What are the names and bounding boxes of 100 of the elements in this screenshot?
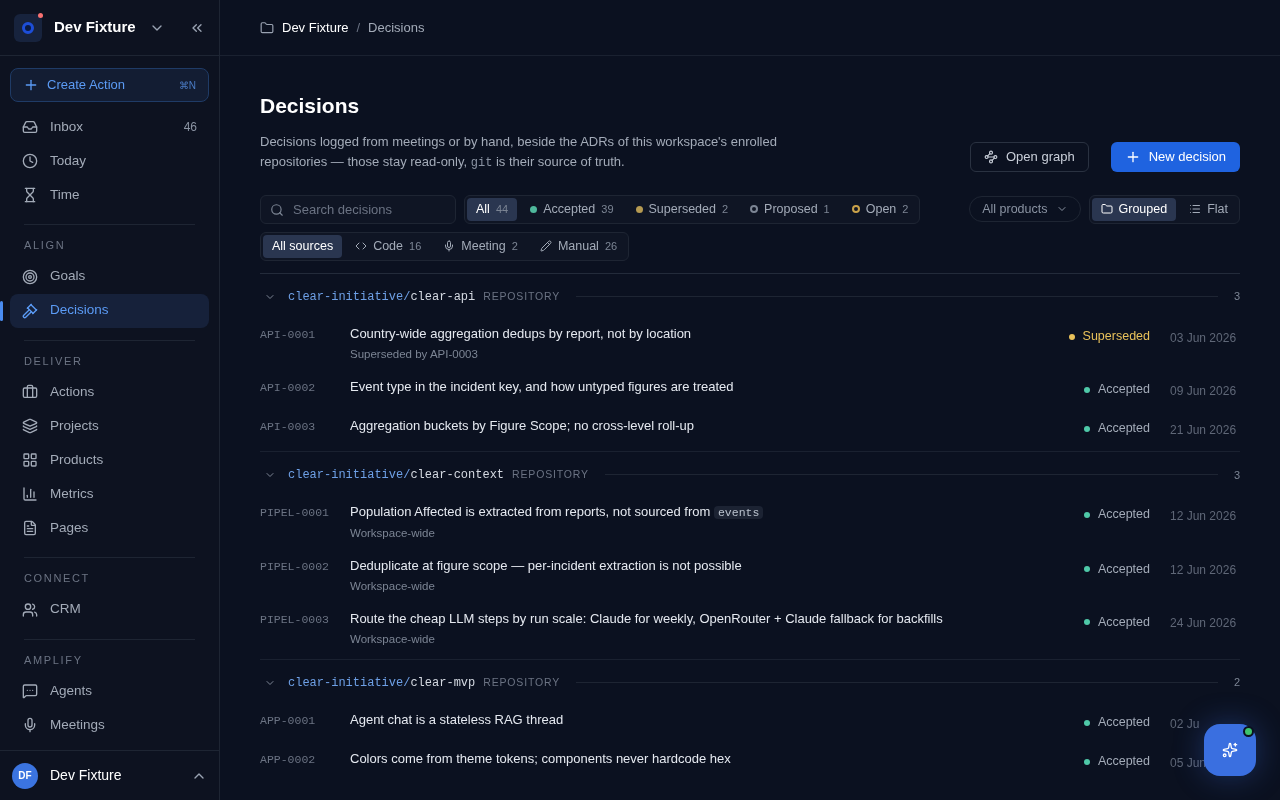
- status-label: Accepted: [1097, 714, 1150, 732]
- repository-tag: REPOSITORY: [483, 674, 561, 691]
- target-icon: [22, 268, 38, 285]
- nav-item[interactable]: Agents: [10, 674, 209, 708]
- search-field[interactable]: Search decisions: [260, 194, 456, 224]
- nav-item[interactable]: Today: [10, 144, 209, 178]
- decision-id: PIPEL-0003: [260, 612, 330, 629]
- group-count: 3: [1233, 289, 1240, 305]
- nav-item[interactable]: Metrics: [10, 477, 209, 511]
- breadcrumb-item[interactable]: Dev Fixture: [282, 17, 349, 38]
- users-icon: [22, 601, 38, 618]
- source-filter-tab[interactable]: All sources: [263, 234, 343, 258]
- nav-item[interactable]: Goals: [10, 259, 209, 294]
- decision-date: 12 Jun 2026: [1170, 563, 1237, 577]
- decision-title: Country-wide aggregation dedups by report, not by location: [350, 324, 693, 343]
- decision-title: Route the cheap LLM steps by run scale: Claude for weekly, OpenRouter + Claude fallback for backfills: [350, 610, 944, 629]
- microphone-icon: [443, 240, 456, 252]
- decision-date: 02 Ju: [1170, 716, 1200, 731]
- nav-item[interactable]: Projects: [10, 409, 209, 443]
- nav-item[interactable]: Inbox 46: [10, 110, 209, 144]
- view-toggle-option[interactable]: Grouped: [1091, 197, 1177, 221]
- status-filter-tab[interactable]: Accepted 39: [521, 197, 623, 221]
- decision-title: Deduplicate at figure scope — per-incident extraction is not possible: [350, 557, 743, 575]
- layers-icon: [22, 418, 38, 434]
- repository-tag: REPOSITORY: [483, 288, 561, 305]
- section-heading: CONNECT: [23, 571, 91, 586]
- decision-title: Population Affected is extracted from reports, not sourced from events: [350, 501, 1084, 523]
- create-action-button[interactable]: Create Action ⌘N: [10, 68, 209, 102]
- nav-item[interactable]: Meetings: [10, 708, 209, 742]
- status-label: Superseded: [1082, 328, 1150, 346]
- list-icon: [1189, 203, 1202, 215]
- code-icon: [355, 240, 368, 252]
- assistant-button[interactable]: [1204, 724, 1256, 776]
- avatar: DF: [12, 762, 38, 789]
- decision-subtitle: Workspace-wide: [350, 579, 436, 594]
- graph-icon: [984, 149, 998, 164]
- decision-date: 21 Jun 2026: [1170, 422, 1237, 437]
- breadcrumb-separator: /: [356, 18, 361, 37]
- decision-id: API-0001: [260, 326, 317, 343]
- briefcase-icon: [22, 384, 38, 400]
- repository-path[interactable]: clear-initiative/clear-context: [288, 465, 505, 484]
- section-heading: ALIGN: [23, 238, 67, 253]
- page-title: Decisions: [260, 93, 361, 119]
- repository-path[interactable]: clear-initiative/clear-mvp: [288, 673, 476, 692]
- decision-subtitle: Workspace-wide: [350, 632, 436, 648]
- decision-date: 03 Jun 2026: [1170, 330, 1237, 345]
- workspace-logo[interactable]: [14, 13, 42, 42]
- view-toggle-option[interactable]: Flat: [1180, 197, 1237, 221]
- status-filter-tab[interactable]: All 44: [467, 197, 518, 221]
- repository-path[interactable]: clear-initiative/clear-api: [288, 287, 476, 306]
- nav-item[interactable]: CRM: [10, 592, 209, 627]
- repository-tag: REPOSITORY: [512, 466, 589, 483]
- source-filter-tab[interactable]: Code 16: [346, 234, 431, 258]
- decision-id: PIPEL-0002: [260, 559, 330, 575]
- decision-date: 12 Jun 2026: [1170, 508, 1237, 523]
- plus-icon: [23, 77, 39, 93]
- source-filter-tab[interactable]: Manual 26: [530, 234, 627, 258]
- status-label: Accepted: [1097, 560, 1150, 578]
- group-count: 3: [1233, 467, 1240, 483]
- decision-title: Colors come from theme tokens; components never hardcode hex: [350, 749, 732, 768]
- new-decision-button[interactable]: New decision: [1110, 141, 1240, 172]
- shortcut-hint: ⌘N: [178, 78, 196, 93]
- decision-id: APP-0002: [260, 751, 317, 768]
- open-graph-button[interactable]: Open graph: [970, 141, 1089, 172]
- bar-chart-icon: [22, 486, 38, 502]
- section-heading: DELIVER: [23, 353, 84, 369]
- status-label: Accepted: [1097, 753, 1150, 771]
- nav-item[interactable]: Time: [10, 178, 209, 212]
- workspace-name: Dev Fixture: [54, 17, 137, 38]
- folder-icon: [1100, 203, 1113, 215]
- decision-date: 05 Jun: [1170, 755, 1207, 770]
- decision-date: 24 Jun 2026: [1170, 616, 1237, 631]
- user-menu[interactable]: DF Dev Fixture: [0, 750, 219, 800]
- inbox-icon: [22, 119, 38, 135]
- nav-item[interactable]: Actions: [10, 375, 209, 409]
- status-filter-tab[interactable]: Proposed 1: [741, 197, 839, 221]
- source-filter-tab[interactable]: Meeting 2: [434, 234, 527, 258]
- search-icon: [270, 202, 284, 217]
- chat-bubble-icon: [22, 683, 38, 699]
- status-label: Accepted: [1097, 420, 1150, 438]
- clock-icon: [22, 153, 38, 169]
- page-description: Decisions logged from meetings or by hand, beside the ADRs of this workspace's enrolled repositories — those stay read-only, git is their source of truth.: [260, 132, 778, 172]
- nav-item[interactable]: Decisions: [10, 293, 209, 328]
- decision-title: Aggregation buckets by Figure Scope; no cross-level roll-up: [350, 416, 695, 435]
- status-filter-tab[interactable]: Open 2: [842, 197, 918, 221]
- decision-date: 09 Jun 2026: [1170, 383, 1237, 398]
- status-filter-tab[interactable]: Superseded 2: [626, 197, 738, 221]
- grid-icon: [22, 452, 38, 468]
- hourglass-icon: [22, 187, 38, 203]
- pencil-icon: [539, 240, 552, 252]
- decision-id: PIPEL-0001: [260, 504, 330, 521]
- decision-title: Agent chat is a stateless RAG thread: [350, 710, 565, 729]
- decision-title: Event type in the incident key, and how untyped figures are treated: [350, 377, 735, 396]
- nav-item[interactable]: Pages: [10, 511, 209, 545]
- sparkle-icon: [1222, 742, 1238, 758]
- group-count: 2: [1233, 675, 1240, 691]
- nav-item[interactable]: Products: [10, 443, 209, 477]
- decision-id: API-0002: [260, 379, 317, 396]
- document-icon: [22, 520, 38, 536]
- breadcrumb-item: Decisions: [368, 18, 425, 37]
